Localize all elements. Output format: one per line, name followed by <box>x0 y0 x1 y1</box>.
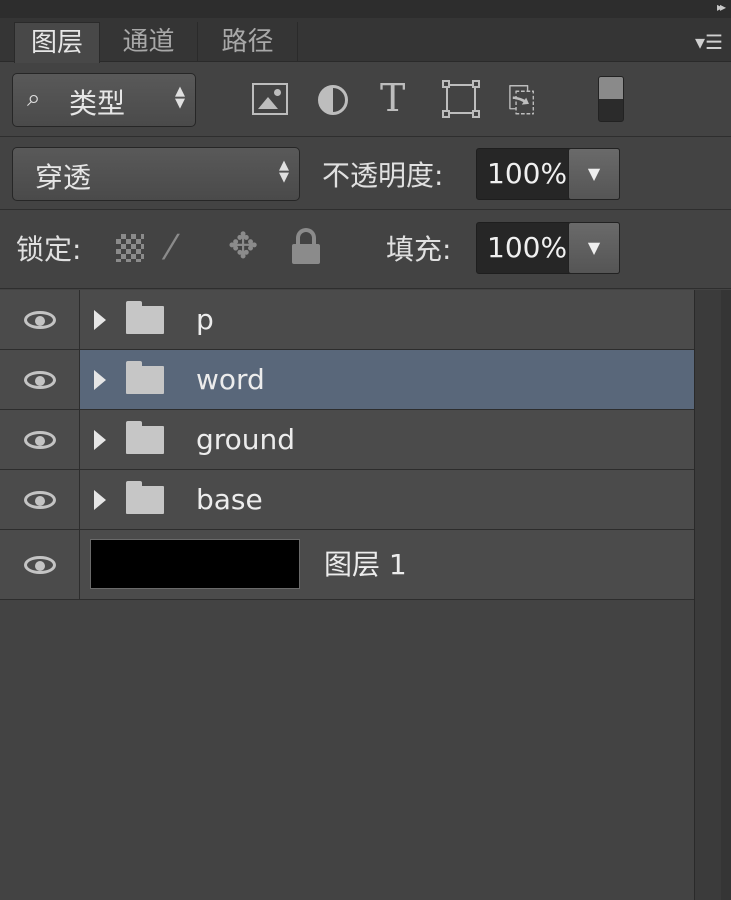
updown-arrows-icon: ▲ ▼ <box>175 84 185 111</box>
panel-menu-icon[interactable]: ▾☰ <box>695 30 723 54</box>
filter-kind-select[interactable]: ⌕ 类型 ▲ ▼ <box>12 73 196 127</box>
blend-mode-label: 穿透 <box>35 161 92 194</box>
folder-icon <box>126 480 164 514</box>
visibility-cell[interactable] <box>0 470 80 529</box>
layers-scrollbar[interactable] <box>694 290 731 900</box>
opacity-label: 不透明度: <box>322 159 444 192</box>
visibility-cell[interactable] <box>0 290 80 349</box>
tab-layers[interactable]: 图层 <box>14 22 100 63</box>
layer-row-base[interactable]: base <box>0 470 694 530</box>
visibility-cell[interactable] <box>0 350 80 409</box>
visibility-cell[interactable] <box>0 530 80 599</box>
lock-transparent-pixels-icon[interactable] <box>116 234 144 262</box>
layer-row-ground[interactable]: ground <box>0 410 694 470</box>
eye-icon[interactable] <box>24 430 56 449</box>
search-icon: ⌕ <box>27 84 41 112</box>
tab-channels[interactable]: 通道 <box>100 22 198 62</box>
adjustment-filter-icon[interactable] <box>318 85 348 115</box>
image-filter-icon[interactable] <box>252 83 288 115</box>
expand-arrow-icon[interactable] <box>94 489 106 510</box>
layer-name[interactable]: ground <box>196 422 295 458</box>
expand-arrow-icon[interactable] <box>94 309 106 330</box>
layer-name[interactable]: word <box>196 362 265 398</box>
fill-dropdown-button[interactable]: ▼ <box>568 222 620 274</box>
eye-icon[interactable] <box>24 490 56 509</box>
layer-name[interactable]: p <box>196 302 214 338</box>
folder-icon <box>126 360 164 394</box>
smart-object-filter-icon[interactable]: ⎘ <box>508 80 535 120</box>
layer-name[interactable]: base <box>196 482 263 518</box>
filter-toggle-switch[interactable] <box>598 76 624 122</box>
collapse-panel-icon[interactable]: ▸▸ <box>717 0 726 14</box>
folder-icon <box>126 300 164 334</box>
shape-filter-icon[interactable] <box>442 80 480 118</box>
lock-position-move-icon[interactable]: ✥ <box>228 226 258 267</box>
lock-label: 锁定: <box>16 233 82 266</box>
type-filter-icon[interactable]: T <box>380 76 405 120</box>
opacity-dropdown-button[interactable]: ▼ <box>568 148 620 200</box>
panel-tab-bar: 图层 通道 路径 ▾☰ <box>0 18 731 63</box>
expand-arrow-icon[interactable] <box>94 429 106 450</box>
layer-row-word[interactable]: word <box>0 350 694 410</box>
scrollbar-rail[interactable] <box>721 290 731 900</box>
folder-icon <box>126 420 164 454</box>
opacity-field[interactable]: 100% ▼ <box>476 148 620 200</box>
eye-icon[interactable] <box>24 555 56 574</box>
layer-thumbnail[interactable] <box>90 539 300 589</box>
blend-mode-select[interactable]: 穿透 ▲ ▼ <box>12 147 300 201</box>
layer-row-p[interactable]: p <box>0 290 694 350</box>
panel-top-strip: ▸▸ <box>0 0 731 18</box>
eye-icon[interactable] <box>24 370 56 389</box>
layer-name[interactable]: 图层 1 <box>324 547 407 583</box>
fill-value[interactable]: 100% <box>487 231 567 264</box>
eye-icon[interactable] <box>24 310 56 329</box>
lock-image-pixels-brush-icon[interactable]: ⁄ <box>168 228 174 268</box>
tab-paths[interactable]: 路径 <box>198 22 298 62</box>
visibility-cell[interactable] <box>0 410 80 469</box>
lock-row <box>0 211 731 289</box>
lock-all-padlock-icon[interactable] <box>290 226 322 266</box>
filter-kind-label: 类型 <box>69 87 126 120</box>
layer-row-layer1[interactable]: 图层 1 <box>0 530 694 600</box>
fill-label: 填充: <box>386 233 452 266</box>
layers-list: p word ground base 图层 1 <box>0 290 694 600</box>
expand-arrow-icon[interactable] <box>94 369 106 390</box>
updown-arrows-icon: ▲ ▼ <box>279 158 289 185</box>
opacity-value[interactable]: 100% <box>487 157 567 190</box>
fill-field[interactable]: 100% ▼ <box>476 222 620 274</box>
